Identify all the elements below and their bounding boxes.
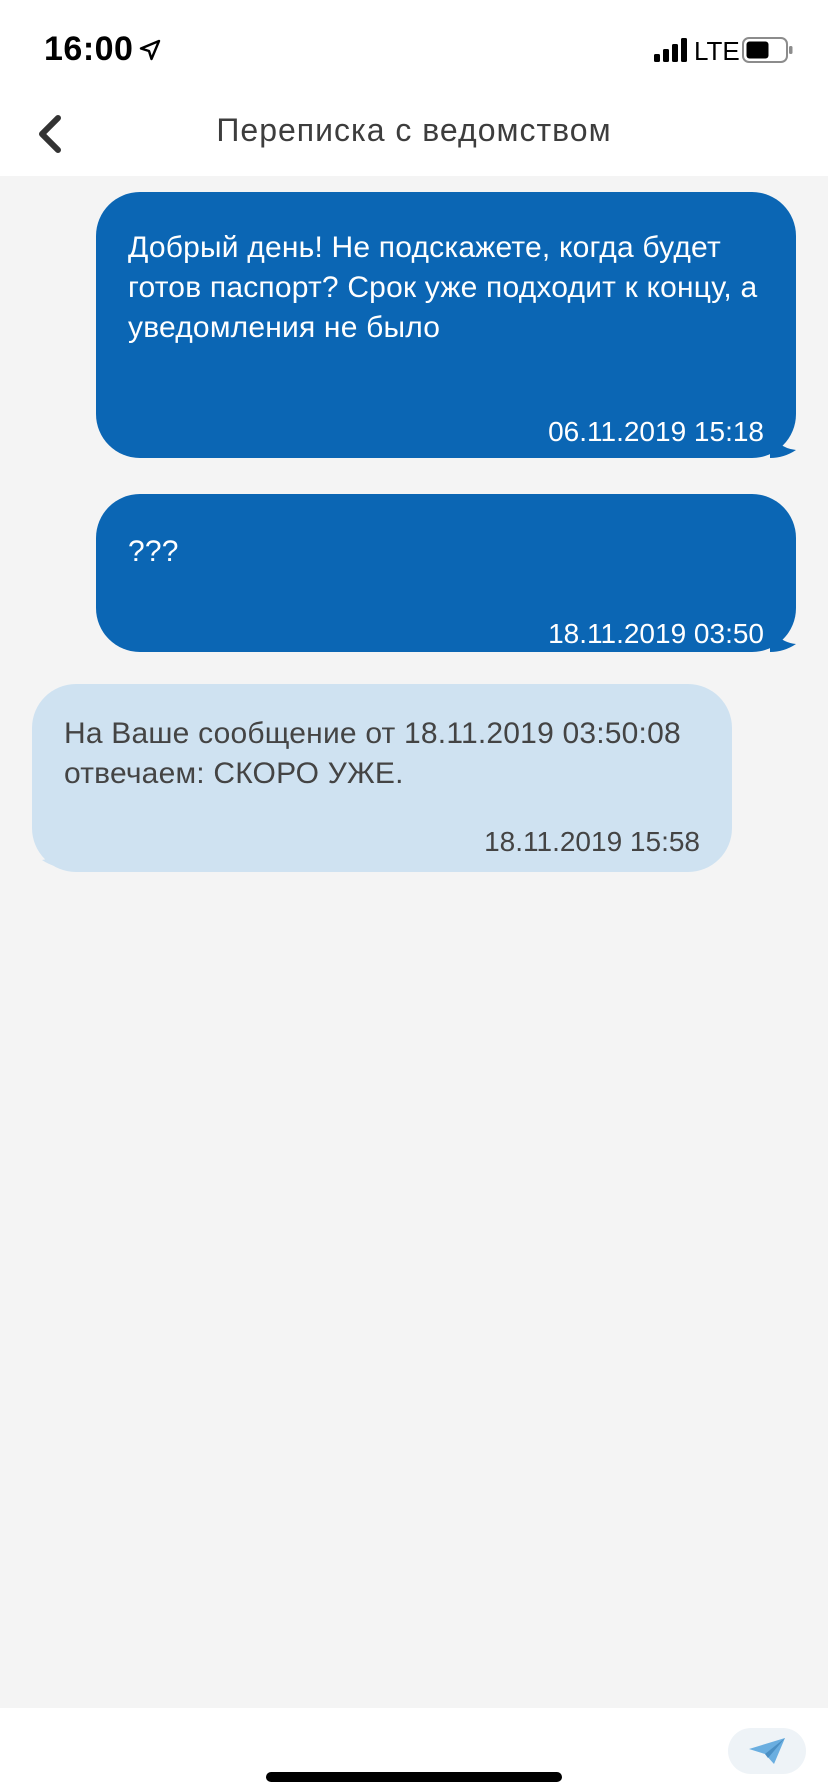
message-list[interactable]: Добрый день! Не подскажете, когда будет … (0, 176, 828, 1708)
battery-icon (742, 37, 793, 63)
message-timestamp: 18.11.2019 03:50 (548, 618, 764, 649)
bubble-tail (770, 622, 796, 652)
page-title: Переписка с ведомством (216, 112, 612, 148)
paper-plane-icon (749, 1738, 785, 1764)
composer-bar (0, 1708, 828, 1792)
bubble-tail (770, 428, 796, 458)
message-timestamp: 18.11.2019 15:58 (484, 826, 700, 857)
status-bar: 16:00 LTE (0, 0, 828, 96)
message-text: На Ваше сообщение от 18.11.2019 03:50:08… (64, 717, 681, 790)
message-timestamp: 06.11.2019 15:18 (548, 416, 764, 447)
network-type-label: LTE (694, 36, 740, 66)
navigation-bar: Переписка с ведомством (0, 96, 828, 176)
outgoing-message[interactable]: Добрый день! Не подскажете, когда будет … (96, 192, 796, 458)
bubble-tail (42, 838, 68, 868)
outgoing-message[interactable]: ??? 18.11.2019 03:50 (96, 494, 796, 652)
cellular-signal-icon (654, 38, 687, 62)
message-text: Добрый день! Не подскажете, когда будет … (128, 231, 758, 344)
status-time: 16:00 (44, 30, 134, 68)
send-button[interactable] (728, 1728, 806, 1774)
home-indicator (266, 1772, 562, 1782)
location-arrow-icon (139, 39, 161, 61)
message-text: ??? (128, 535, 179, 568)
incoming-message[interactable]: На Ваше сообщение от 18.11.2019 03:50:08… (32, 684, 732, 872)
